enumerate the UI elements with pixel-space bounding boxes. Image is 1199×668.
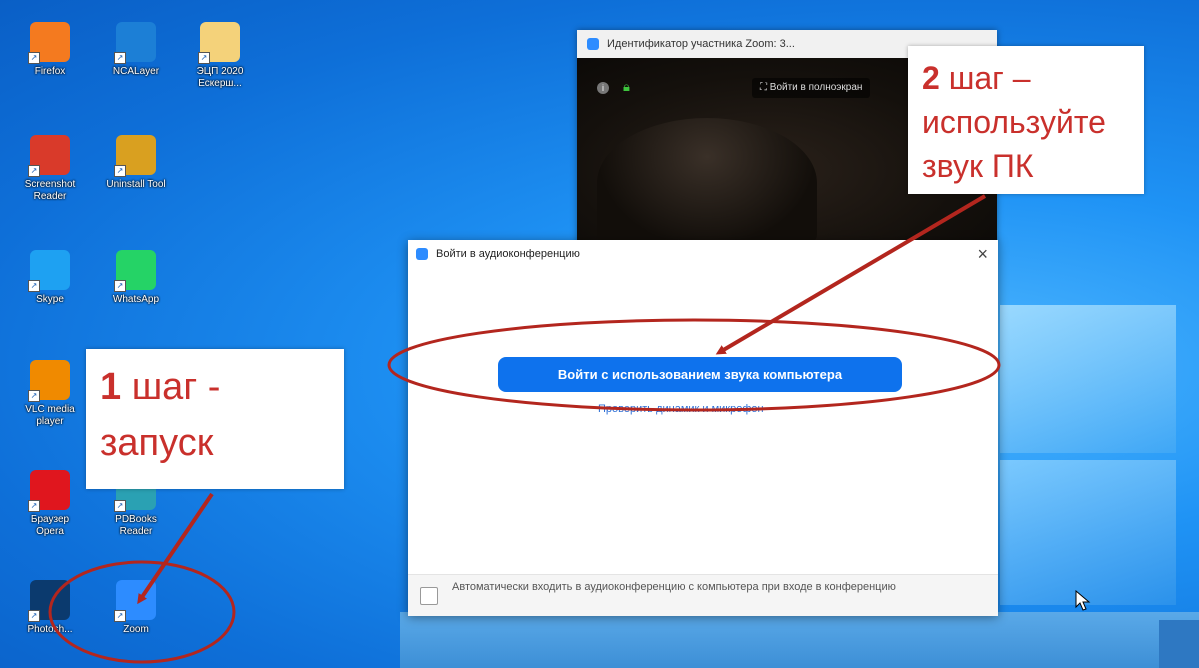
desktop-icon-photoshop[interactable]: ↗ Photosh... <box>10 580 90 636</box>
auto-join-row: Автоматически входить в аудиоконференцию… <box>408 574 998 616</box>
desktop-icon-label: PDBooks <box>115 514 157 525</box>
desktop-icon-whatsapp[interactable]: ↗ WhatsApp <box>96 250 176 306</box>
auto-join-label: Автоматически входить в аудиоконференцию… <box>452 581 896 593</box>
audio-dialog-titlebar: Войти в аудиоконференцию <box>408 240 998 268</box>
shortcut-arrow-icon: ↗ <box>114 165 126 177</box>
shortcut-arrow-icon: ↗ <box>114 500 126 512</box>
desktop-icon-label: Photosh... <box>27 624 73 635</box>
video-participant <box>597 118 817 248</box>
desktop-icon-sublabel: Reader <box>33 191 67 202</box>
callout-step1: 1 шаг - запуск <box>86 349 344 489</box>
uninstall-tool-icon: ↗ <box>114 135 156 177</box>
shortcut-arrow-icon: ↗ <box>198 52 210 64</box>
desktop-icon-zoom[interactable]: ↗ Zoom <box>96 580 176 636</box>
desktop-icon-opera[interactable]: ↗ Браузер Opera <box>10 470 90 538</box>
desktop-icon-firefox[interactable]: ↗ Firefox <box>10 22 90 78</box>
photoshop-icon: ↗ <box>28 580 70 622</box>
zoom-icon <box>416 248 428 260</box>
folder-icon: ↗ <box>198 22 240 64</box>
shortcut-arrow-icon: ↗ <box>28 280 40 292</box>
callout-step2: 2 шаг – используйте звук ПК <box>908 46 1144 194</box>
whatsapp-icon: ↗ <box>114 250 156 292</box>
desktop: ↗ Firefox ↗ NCALayer ↗ ЭЦП 2020 Ескерш... ↗ Scre… <box>0 0 1199 668</box>
lock-icon[interactable]: 🔒︎ <box>623 80 633 94</box>
desktop-icon-vlc[interactable]: ↗ VLC media player <box>10 360 90 428</box>
desktop-icon-sublabel: player <box>36 416 64 427</box>
video-window-title: Идентификатор участника Zoom: 3... <box>607 38 795 50</box>
join-computer-audio-button[interactable]: Войти с использованием звука компьютера <box>498 357 902 392</box>
desktop-icon-label: ЭЦП 2020 <box>196 66 244 77</box>
desktop-icon-label: Браузер <box>30 514 70 525</box>
desktop-icon-uninstall-tool[interactable]: ↗ Uninstall Tool <box>96 135 176 191</box>
desktop-icon-label: VLC media <box>25 404 75 415</box>
step1-line1: шаг - <box>121 366 221 408</box>
skype-icon: ↗ <box>28 250 70 292</box>
mouse-cursor-icon <box>1075 590 1091 611</box>
shortcut-arrow-icon: ↗ <box>28 52 40 64</box>
desktop-icon-skype[interactable]: ↗ Skype <box>10 250 90 306</box>
desktop-icon-label: Uninstall Tool <box>106 179 166 190</box>
auto-join-checkbox[interactable] <box>420 587 438 605</box>
zoom-icon: ↗ <box>114 580 156 622</box>
shortcut-arrow-icon: ↗ <box>28 165 40 177</box>
shortcut-arrow-icon: ↗ <box>114 280 126 292</box>
desktop-icon-sublabel: Reader <box>119 526 153 537</box>
shortcut-arrow-icon: ↗ <box>114 610 126 622</box>
screenshot-reader-icon: ↗ <box>28 135 70 177</box>
shortcut-arrow-icon: ↗ <box>114 52 126 64</box>
taskbar <box>400 612 1199 668</box>
info-icon[interactable]: i <box>597 82 609 94</box>
join-audio-dialog: Войти в аудиоконференцию × Войти с испол… <box>408 240 998 616</box>
step1-line2: запуск <box>100 422 214 464</box>
desktop-icon-label: WhatsApp <box>112 294 160 305</box>
firefox-icon: ↗ <box>28 22 70 64</box>
fullscreen-icon: ⛶ <box>760 82 770 93</box>
desktop-icon-label: Firefox <box>34 66 66 77</box>
desktop-icon-label: Screenshot <box>24 179 76 190</box>
desktop-icon-screenshot-reader[interactable]: ↗ Screenshot Reader <box>10 135 90 203</box>
close-icon[interactable]: × <box>977 244 988 265</box>
shortcut-arrow-icon: ↗ <box>28 390 40 402</box>
desktop-icon-label: Skype <box>36 294 64 305</box>
step1-number: 1 <box>100 366 122 408</box>
step2-line2: используйте <box>922 104 1106 140</box>
desktop-icon-ncalayer[interactable]: ↗ NCALayer <box>96 22 176 78</box>
ncalayer-icon: ↗ <box>114 22 156 64</box>
fullscreen-label: Войти в полноэкран <box>769 82 863 93</box>
desktop-icon-folder[interactable]: ↗ ЭЦП 2020 Ескерш... <box>180 22 260 90</box>
step2-line1: шаг – <box>939 60 1031 96</box>
desktop-icon-sublabel: Opera <box>36 526 64 537</box>
test-speaker-mic-link[interactable]: Проверить динамик и микрофон <box>598 403 764 415</box>
windows-logo-pane <box>1000 305 1176 453</box>
desktop-icon-label: Zoom <box>123 624 149 635</box>
desktop-icon-sublabel: Ескерш... <box>198 78 242 89</box>
step2-line3: звук ПК <box>922 148 1034 184</box>
taskbar-corner <box>1159 620 1199 668</box>
shortcut-arrow-icon: ↗ <box>28 500 40 512</box>
opera-icon: ↗ <box>28 470 70 512</box>
desktop-icon-label: NCALayer <box>112 66 160 77</box>
windows-logo-pane <box>1000 460 1176 605</box>
vlc-icon: ↗ <box>28 360 70 402</box>
shortcut-arrow-icon: ↗ <box>28 610 40 622</box>
audio-dialog-title: Войти в аудиоконференцию <box>436 248 580 260</box>
fullscreen-button[interactable]: ⛶ Войти в полноэкран <box>752 78 871 98</box>
step2-number: 2 <box>922 60 940 96</box>
zoom-icon <box>587 38 599 50</box>
